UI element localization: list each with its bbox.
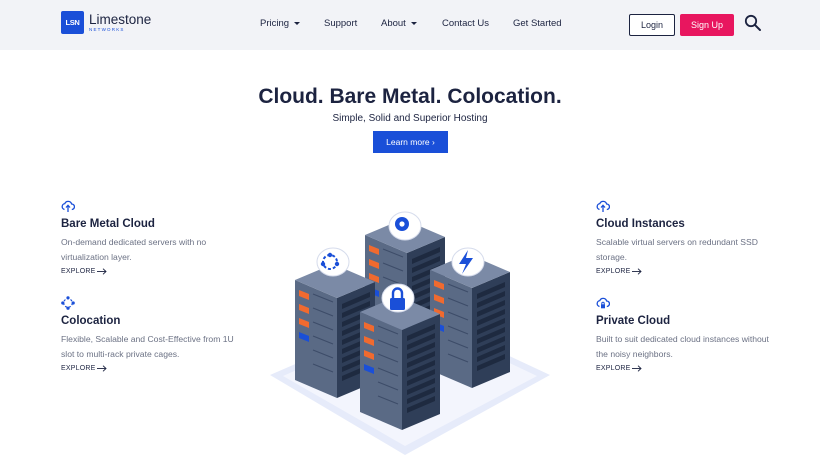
explore-link[interactable]: EXPLORE xyxy=(61,365,236,372)
chevron-down-icon xyxy=(294,22,301,25)
explore-link[interactable]: EXPLORE xyxy=(596,365,771,372)
logo[interactable]: LSN Limestone NETWORKS xyxy=(61,11,151,34)
nav-support[interactable]: Support xyxy=(324,18,357,29)
server-rack-illustration xyxy=(270,211,550,455)
nav-contact-us[interactable]: Contact Us xyxy=(442,18,489,29)
logo-subtitle: NETWORKS xyxy=(89,26,125,32)
arrow-right-icon xyxy=(97,365,108,372)
site-header: LSN Limestone NETWORKS Pricing Support A… xyxy=(0,0,820,50)
arrow-right-icon xyxy=(632,365,643,372)
feature-description: On-demand dedicated servers with no virt… xyxy=(61,237,207,262)
login-button[interactable]: Login xyxy=(629,14,675,36)
nav-pricing-label: Pricing xyxy=(260,18,290,29)
arrow-right-icon xyxy=(632,268,643,275)
logo-mark: LSN xyxy=(61,11,84,34)
feature-cloud-instances: Cloud Instances Scalable virtual servers… xyxy=(596,199,771,275)
nav-support-label: Support xyxy=(324,18,358,29)
nav-about-label: About xyxy=(381,18,406,29)
feature-description: Scalable virtual servers on redundant SS… xyxy=(596,237,758,262)
explore-label: EXPLORE xyxy=(596,365,631,372)
explore-label: EXPLORE xyxy=(61,268,96,275)
nav-contact-label: Contact Us xyxy=(442,18,489,29)
network-nodes-icon xyxy=(316,247,350,277)
hero-title: Cloud. Bare Metal. Colocation. xyxy=(258,85,562,108)
explore-label: EXPLORE xyxy=(596,268,631,275)
arrow-right-icon xyxy=(97,268,108,275)
explore-link[interactable]: EXPLORE xyxy=(61,268,236,275)
feature-description: Built to suit dedicated cloud instances … xyxy=(596,334,769,359)
nav-about[interactable]: About xyxy=(381,18,417,29)
feature-description: Flexible, Scalable and Cost-Effective fr… xyxy=(61,334,234,359)
search-icon[interactable] xyxy=(744,14,762,32)
lock-icon xyxy=(381,283,415,313)
feature-title: Bare Metal Cloud xyxy=(61,218,155,230)
cloud-upload-icon xyxy=(596,200,610,212)
cloud-upload-icon xyxy=(61,200,75,212)
lightning-icon xyxy=(451,247,485,277)
feature-colocation: Colocation Flexible, Scalable and Cost-E… xyxy=(61,296,236,372)
explore-label: EXPLORE xyxy=(61,365,96,372)
feature-title: Colocation xyxy=(61,315,121,327)
nav-pricing[interactable]: Pricing xyxy=(260,18,301,29)
chevron-down-icon xyxy=(410,22,417,25)
feature-title: Private Cloud xyxy=(596,315,671,327)
feature-title: Cloud Instances xyxy=(596,218,685,230)
signup-button[interactable]: Sign Up xyxy=(680,14,734,36)
nav-get-started-label: Get Started xyxy=(513,18,562,29)
network-nodes-icon xyxy=(61,296,75,310)
feature-bare-metal-cloud: Bare Metal Cloud On-demand dedicated ser… xyxy=(61,199,236,275)
nav-get-started[interactable]: Get Started xyxy=(513,18,562,29)
hero-subtitle: Simple, Solid and Superior Hosting xyxy=(332,113,488,124)
gear-icon xyxy=(388,211,422,241)
feature-private-cloud: Private Cloud Built to suit dedicated cl… xyxy=(596,296,771,372)
explore-link[interactable]: EXPLORE xyxy=(596,268,771,275)
cloud-lock-icon xyxy=(596,297,610,309)
logo-name: Limestone xyxy=(89,12,152,27)
learn-more-button[interactable]: Learn more › xyxy=(373,131,448,153)
